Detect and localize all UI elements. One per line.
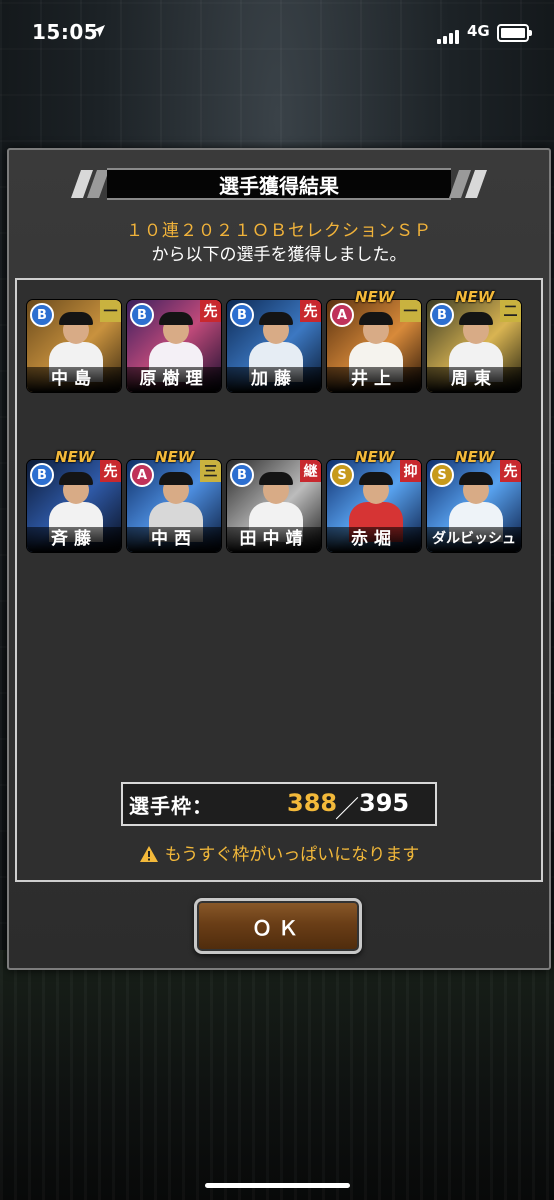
rank-badge: B [30,463,54,487]
stadium-seats-background [0,950,554,1200]
position-badge: 抑 [400,460,421,482]
home-indicator[interactable] [205,1183,350,1188]
player-name: 中島 [27,367,121,392]
rank-badge: S [330,463,354,487]
player-name: 赤堀 [327,527,421,552]
player-card[interactable]: A 一井上 [327,300,421,392]
position-badge: 先 [500,460,521,482]
new-badge: NEW [455,288,495,306]
warning-text: もうすぐ枠がいっぱいになります [164,845,420,865]
status-time: 15:05 [32,20,99,44]
player-card[interactable]: B 先原樹理 [127,300,221,392]
position-badge: 継 [300,460,321,482]
rank-badge: A [130,463,154,487]
position-badge: 一 [400,300,421,322]
player-name: ダルビッシュ [427,527,521,552]
position-badge: 先 [100,460,121,482]
player-card[interactable]: B 一中島 [27,300,121,392]
roster-current: 388 [287,789,338,817]
player-card[interactable]: A 三中西 [127,460,221,552]
position-badge: 先 [200,300,221,322]
gacha-name: １０連２０２１ＯＢセレクションＳＰ [126,221,432,241]
rank-badge: S [430,463,454,487]
battery-icon [497,24,532,42]
player-name: 井上 [327,367,421,392]
dialog-title: 選手獲得結果 [107,168,451,200]
status-bar: 15:05 4G [0,0,554,66]
player-card[interactable]: S 先ダルビッシュ [427,460,521,552]
acquisition-result-dialog: 選手獲得結果 １０連２０２１ＯＢセレクションＳＰ から以下の選手を獲得しました。… [7,148,551,970]
roster-max: 395 [359,789,410,817]
position-badge: 一 [100,300,121,322]
rank-badge: B [30,303,54,327]
new-badge: NEW [355,448,395,466]
new-badge: NEW [155,448,195,466]
rank-badge: B [130,303,154,327]
player-card[interactable]: B 先加藤 [227,300,321,392]
position-badge: 三 [200,460,221,482]
network-type: 4G [467,22,490,40]
rank-badge: B [430,303,454,327]
position-badge: 二 [500,300,521,322]
position-badge: 先 [300,300,321,322]
rank-badge: B [230,303,254,327]
roster-warning: もうすぐ枠がいっぱいになります [9,840,549,865]
player-name: 周東 [427,367,521,392]
new-badge: NEW [355,288,395,306]
title-stripes-left-icon [71,170,109,198]
rank-badge: A [330,303,354,327]
new-badge: NEW [455,448,495,466]
warning-icon [139,846,158,862]
rank-badge: B [230,463,254,487]
new-badge: NEW [55,448,95,466]
signal-bars-icon [437,25,461,44]
ok-button[interactable]: ＯＫ [194,898,362,954]
player-name: 斉藤 [27,527,121,552]
player-name: 中西 [127,527,221,552]
roster-label: 選手枠： [129,794,213,818]
dialog-title-bar: 選手獲得結果 [69,168,489,200]
title-stripes-right-icon [449,170,487,198]
location-arrow-icon [93,25,105,37]
player-card[interactable]: S 抑赤堀 [327,460,421,552]
roster-capacity: 選手枠： 388 ／ 395 [121,782,437,826]
player-name: 田中靖 [227,527,321,552]
player-card[interactable]: B 先斉藤 [27,460,121,552]
player-name: 加藤 [227,367,321,392]
player-card[interactable]: B 継田中靖 [227,460,321,552]
result-message: から以下の選手を獲得しました。 [151,245,407,265]
player-card[interactable]: B 二周東 [427,300,521,392]
player-name: 原樹理 [127,367,221,392]
roster-separator: ／ [335,795,359,823]
